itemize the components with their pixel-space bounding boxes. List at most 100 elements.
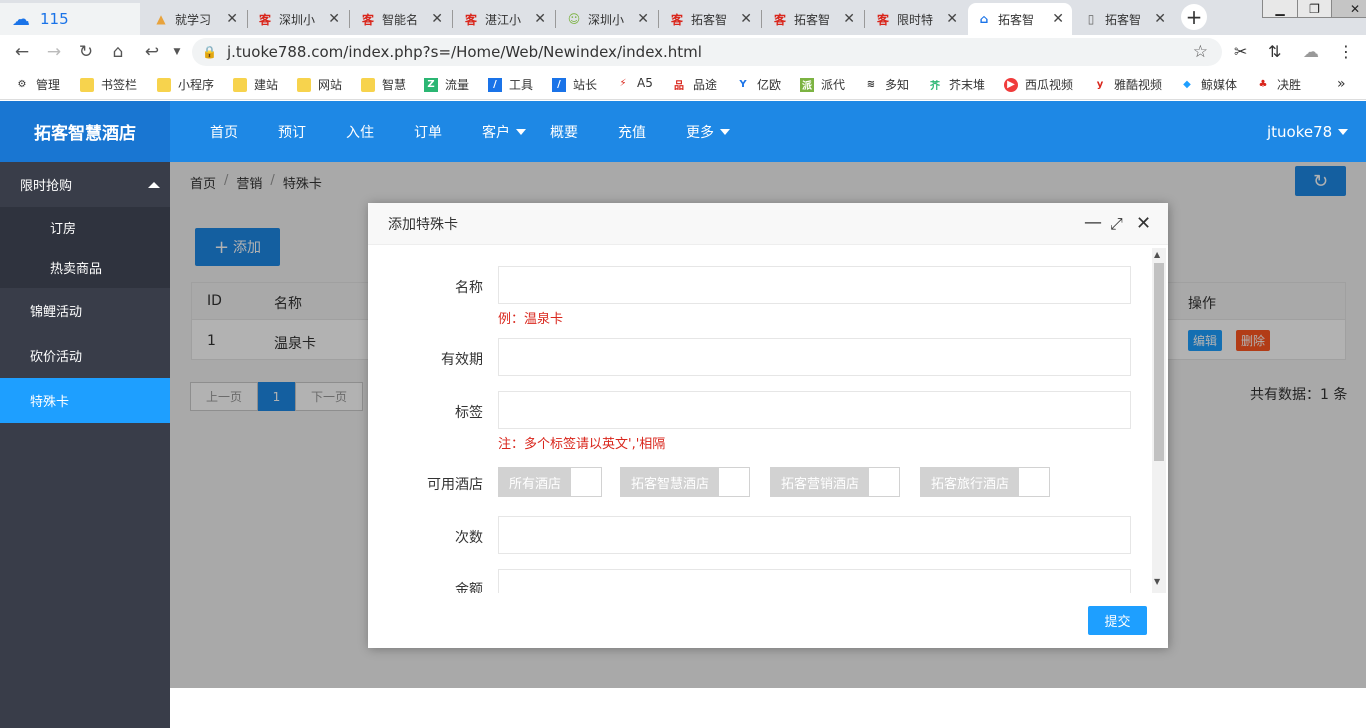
bookmark-folder[interactable]: 书签栏 [80,76,137,93]
bookmark-folder[interactable]: 网站 [297,76,342,93]
browser-tab[interactable]: 客 湛江小 ✕ [455,3,554,35]
menu-customers[interactable]: 客户 [482,101,526,162]
translate-icon[interactable]: ⇅ [1268,42,1281,61]
undo-icon[interactable]: ↩ [141,41,163,63]
close-icon[interactable]: ✕ [1136,213,1151,234]
maximize-icon[interactable]: ❐ [1297,0,1331,17]
bookmark-link[interactable]: ≋ 多知 [864,76,909,93]
count-input[interactable] [498,516,1131,554]
url-field[interactable]: 🔒 j.tuoke788.com/index.php?s=/Home/Web/N… [192,38,1222,66]
scissors-icon[interactable]: ✂ [1234,42,1247,61]
browser-tab[interactable]: 客 深圳小 ✕ [249,3,348,35]
folder-icon [233,77,247,92]
star-icon[interactable]: ☆ [1193,42,1208,62]
site-icon: y [1096,79,1104,90]
bookmark-link[interactable]: ♣ 决胜 [1256,76,1302,93]
tab-close-icon[interactable]: ✕ [534,11,546,27]
tab-close-icon[interactable]: ✕ [637,11,649,27]
new-tab-button[interactable]: + [1181,4,1207,30]
bookmark-link[interactable]: 品品途 [672,76,717,93]
forward-icon[interactable]: → [43,41,65,63]
menu-recharge[interactable]: 充值 [618,101,646,162]
scroll-down-icon[interactable]: ▼ [1154,577,1160,586]
bookmark-link[interactable]: ▶ 西瓜视频 [1004,76,1073,93]
dialog-title-bar: 添加特殊卡 [368,203,1168,245]
bookmarks-bar: ⚙ 管理 书签栏 小程序 建站 网站 智慧 Z 流量 / 工具 / 站长 ⚡ A5 品品途… [0,70,1366,100]
back-icon[interactable]: ← [11,41,33,63]
folder-icon [297,77,311,92]
menu-more[interactable]: 更多 [686,101,730,162]
sidebar-item-special-card[interactable]: 特殊卡 [0,378,170,423]
user-menu[interactable]: jtuoke78 [1267,101,1349,162]
browser-tab-active[interactable]: ⌂ 拓客智 ✕ [968,3,1072,35]
dialog-scrollbar-thumb[interactable] [1154,263,1164,461]
menu-overview[interactable]: 概要 [550,101,578,162]
window-close-icon[interactable]: ✕ [1331,0,1366,17]
hotel-switch[interactable]: 拓客智慧酒店 [620,467,751,497]
home-icon[interactable]: ⌂ [107,41,129,63]
tab-close-icon[interactable]: ✕ [1154,11,1166,27]
site-icon: Z [424,77,438,92]
browser-tab[interactable]: 客 拓客智 ✕ [661,3,760,35]
browser-tab[interactable]: 客 拓客智 ✕ [764,3,863,35]
minimize-icon[interactable]: ▁ [1263,0,1297,17]
minimize-icon[interactable]: — [1084,212,1102,233]
tags-input[interactable] [498,391,1131,429]
sidebar-item-koi[interactable]: 锦鲤活动 [0,288,170,333]
menu-booking[interactable]: 预订 [278,101,306,162]
name-input[interactable] [498,266,1131,304]
chevron-down-icon[interactable]: ▼ [166,41,188,63]
bookmark-link[interactable]: 派派代 [800,76,845,93]
browser-tab[interactable]: 客 限时特 ✕ [867,3,966,35]
tab-close-icon[interactable]: ✕ [740,11,752,27]
window-controls: ▁ ❐ ✕ [1262,0,1366,18]
submit-button[interactable]: 提交 [1088,606,1147,635]
cloud-icon: ☁ [12,8,30,30]
bookmark-link[interactable]: Z 流量 [424,76,469,93]
browser-tab-115[interactable]: ☁ 115 [0,3,140,35]
bookmark-link[interactable]: ⚡ A5 [616,76,652,90]
book-icon: ▲ [156,12,166,26]
reload-icon[interactable]: ↻ [75,41,97,63]
sidebar-item-hot-goods[interactable]: 热卖商品 [0,247,170,288]
bookmark-folder[interactable]: 小程序 [157,76,214,93]
app-logo: 拓客智慧酒店 [0,101,170,162]
scroll-up-icon[interactable]: ▲ [1154,250,1160,259]
bookmark-link[interactable]: ◆ 鲸媒体 [1180,76,1237,93]
bookmarks-overflow-button[interactable]: » [1337,76,1346,92]
cloud-icon[interactable]: ☁ [1303,42,1319,61]
browser-tab[interactable]: ▯ 拓客智 ✕ [1075,3,1174,35]
chevron-down-icon [1338,128,1349,135]
sidebar-item-rooms[interactable]: 订房 [0,207,170,247]
browser-tab[interactable]: ☺ 深圳小 ✕ [558,3,657,35]
amount-input[interactable] [498,569,1131,593]
sidebar-item-bargain[interactable]: 砍价活动 [0,333,170,378]
browser-tab[interactable]: ▲ 就学习 ✕ [145,3,246,35]
bookmark-manage[interactable]: ⚙ 管理 [15,76,61,93]
tab-close-icon[interactable]: ✕ [843,11,855,27]
bookmark-folder[interactable]: 智慧 [361,76,406,93]
browser-tab[interactable]: 客 智能名 ✕ [352,3,451,35]
hotel-switch-all[interactable]: 所有酒店 [498,467,603,497]
bookmark-link[interactable]: Y 亿欧 [736,76,781,93]
hotel-switch[interactable]: 拓客旅行酒店 [920,467,1051,497]
tab-close-icon[interactable]: ✕ [226,11,238,27]
menu-checkin[interactable]: 入住 [346,101,374,162]
menu-orders[interactable]: 订单 [414,101,442,162]
bookmark-link[interactable]: y 雅酷视频 [1093,76,1162,93]
bookmark-link[interactable]: / 工具 [488,76,533,93]
bookmark-folder[interactable]: 建站 [233,76,278,93]
hotel-switch[interactable]: 拓客营销酒店 [770,467,901,497]
maximize-icon[interactable]: ⤢ [1110,214,1123,234]
tab-close-icon[interactable]: ✕ [431,11,443,27]
sidebar-group-flash-sale[interactable]: 限时抢购 [0,162,170,207]
tab-close-icon[interactable]: ✕ [1052,11,1064,27]
bookmark-link[interactable]: 芥芥末堆 [928,76,985,93]
validity-input[interactable] [498,338,1131,376]
tab-close-icon[interactable]: ✕ [946,11,958,27]
more-menu-icon[interactable]: ⋮ [1338,42,1354,61]
menu-home[interactable]: 首页 [210,101,238,162]
bookmark-link[interactable]: / 站长 [552,76,597,93]
app-header [0,101,1366,162]
tab-close-icon[interactable]: ✕ [328,11,340,27]
